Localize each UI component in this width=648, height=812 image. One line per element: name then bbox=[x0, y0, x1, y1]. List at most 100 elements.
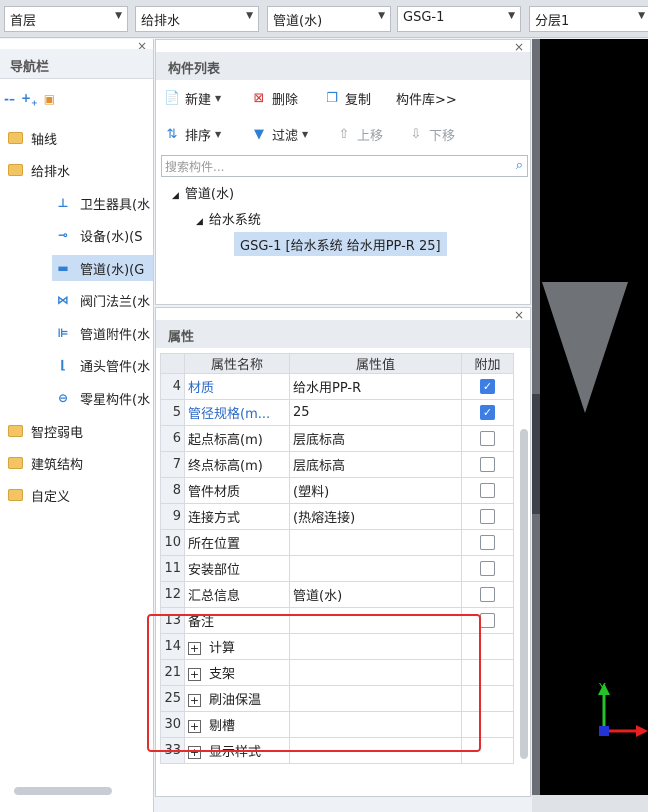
checkbox[interactable] bbox=[480, 509, 495, 524]
table-row[interactable]: 5 管径规格(m... 25 ✓ bbox=[160, 399, 514, 426]
folder-icon bbox=[8, 457, 23, 469]
checkbox[interactable] bbox=[480, 561, 495, 576]
property-value-cell[interactable]: 25 bbox=[289, 399, 462, 426]
nav-item-label: 管道附件(水 bbox=[80, 327, 151, 343]
copy-button[interactable]: ❐ 复制 bbox=[324, 89, 371, 109]
checkbox-checked[interactable]: ✓ bbox=[480, 405, 495, 420]
checkbox[interactable] bbox=[480, 535, 495, 550]
table-row[interactable]: 4 材质 给水用PP-R ✓ bbox=[160, 373, 514, 400]
nav-item-valve-flange[interactable]: ⋈ 阀门法兰(水 bbox=[54, 287, 153, 313]
component-search-input[interactable]: 搜索构件... ⌕ bbox=[161, 155, 528, 177]
move-down-button[interactable]: ⇩ 下移 bbox=[408, 125, 455, 145]
filter-button[interactable]: ▼ 过滤 ▼ bbox=[251, 125, 308, 145]
expand-icon[interactable]: ++ bbox=[21, 91, 38, 107]
checkbox[interactable] bbox=[480, 613, 495, 628]
properties-vertical-scrollbar[interactable] bbox=[520, 429, 528, 759]
extra-cell bbox=[461, 685, 514, 712]
property-value-cell[interactable] bbox=[289, 711, 462, 738]
canvas-graphics: Y bbox=[542, 282, 648, 737]
checkbox-checked[interactable]: ✓ bbox=[480, 379, 495, 394]
property-value-cell[interactable] bbox=[289, 685, 462, 712]
floor-select[interactable]: 首层 ▼ bbox=[4, 6, 128, 32]
layer-select[interactable]: 分层1 ▼ bbox=[529, 6, 648, 32]
table-row[interactable]: 8 管件材质 (塑料) bbox=[160, 477, 514, 504]
property-value-cell[interactable] bbox=[289, 633, 462, 660]
row-number: 12 bbox=[160, 581, 185, 608]
new-button[interactable]: 📄 新建 ▼ bbox=[164, 89, 221, 109]
checkbox[interactable] bbox=[480, 587, 495, 602]
table-row[interactable]: 33 + 显示样式 bbox=[160, 737, 514, 764]
row-number: 9 bbox=[160, 503, 185, 530]
pipe-icon: ▬ bbox=[57, 261, 69, 275]
type-select[interactable]: 管道(水) ▼ bbox=[267, 6, 391, 32]
property-name: 剔槽 bbox=[209, 719, 236, 734]
table-row[interactable]: 11 安装部位 bbox=[160, 555, 514, 582]
table-row[interactable]: 14 + 计算 bbox=[160, 633, 514, 660]
discipline-select[interactable]: 给排水 ▼ bbox=[135, 6, 259, 32]
property-value-cell[interactable]: (热熔连接) bbox=[289, 503, 462, 530]
property-value-cell[interactable]: 管道(水) bbox=[289, 581, 462, 608]
checkbox[interactable] bbox=[480, 457, 495, 472]
nav-horizontal-scrollbar[interactable] bbox=[14, 787, 112, 795]
expand-plus-icon[interactable]: + bbox=[188, 668, 201, 681]
nav-item-pipe-accessory[interactable]: ⊫ 管道附件(水 bbox=[54, 320, 153, 346]
property-value-cell[interactable]: 层底标高 bbox=[289, 425, 462, 452]
row-number: 33 bbox=[160, 737, 185, 764]
nav-item-label: 自定义 bbox=[31, 489, 71, 505]
component-library-button[interactable]: 构件库>> bbox=[396, 89, 457, 108]
expand-plus-icon[interactable]: + bbox=[188, 694, 201, 707]
tree-node-selected-component[interactable]: GSG-1 [给水系统 给水用PP-R 25] bbox=[234, 232, 447, 256]
table-row[interactable]: 9 连接方式 (热熔连接) bbox=[160, 503, 514, 530]
chevron-down-icon: ▼ bbox=[638, 11, 645, 21]
sort-button[interactable]: ⇅ 排序 ▼ bbox=[164, 125, 222, 145]
table-row[interactable]: 13 备注 bbox=[160, 607, 514, 634]
property-value-cell[interactable]: (塑料) bbox=[289, 477, 462, 504]
drawing-canvas[interactable]: Y bbox=[532, 39, 648, 812]
nav-item-building-structure[interactable]: 建筑结构 bbox=[8, 450, 83, 476]
tree-node-pipe[interactable]: ◢ 管道(水) bbox=[172, 183, 234, 202]
nav-item-axis[interactable]: 轴线 bbox=[8, 125, 57, 151]
checkbox[interactable] bbox=[480, 431, 495, 446]
property-name-cell: + 显示样式 bbox=[184, 737, 290, 764]
new-file-icon: 📄 bbox=[164, 90, 181, 106]
nav-item-label: 零星构件(水 bbox=[80, 392, 151, 408]
collapse-icon[interactable]: -– bbox=[4, 92, 15, 106]
nav-item-pipe[interactable]: ▬ 管道(水)(G bbox=[52, 255, 153, 281]
table-row[interactable]: 12 汇总信息 管道(水) bbox=[160, 581, 514, 608]
component-list-title: 构件列表 bbox=[156, 52, 530, 80]
property-value-cell[interactable]: 给水用PP-R bbox=[289, 373, 462, 400]
nav-item-water-supply-drainage[interactable]: 给排水 bbox=[8, 157, 70, 183]
expand-plus-icon[interactable]: + bbox=[188, 746, 201, 759]
floor-select-value: 首层 bbox=[10, 14, 37, 29]
delete-button[interactable]: ⊠ 删除 bbox=[251, 89, 298, 109]
property-value-cell[interactable] bbox=[289, 607, 462, 634]
search-icon[interactable]: ⌕ bbox=[516, 158, 523, 173]
property-name-cell: 起点标高(m) bbox=[184, 425, 290, 452]
nav-item-label: 轴线 bbox=[31, 132, 58, 148]
nav-item-misc-component[interactable]: ⊖ 零星构件(水 bbox=[54, 385, 153, 411]
table-row[interactable]: 10 所在位置 bbox=[160, 529, 514, 556]
property-value-cell[interactable] bbox=[289, 555, 462, 582]
component-select[interactable]: GSG-1 ▼ bbox=[397, 6, 521, 32]
expand-plus-icon[interactable]: + bbox=[188, 642, 201, 655]
table-row[interactable]: 21 + 支架 bbox=[160, 659, 514, 686]
table-row[interactable]: 30 + 剔槽 bbox=[160, 711, 514, 738]
property-value-cell[interactable]: 层底标高 bbox=[289, 451, 462, 478]
table-row[interactable]: 25 + 刷油保温 bbox=[160, 685, 514, 712]
table-row[interactable]: 7 终点标高(m) 层底标高 bbox=[160, 451, 514, 478]
nav-item-smart-weak-current[interactable]: 智控弱电 bbox=[8, 418, 83, 444]
property-value-cell[interactable] bbox=[289, 529, 462, 556]
tree-node-system[interactable]: ◢ 给水系统 bbox=[196, 209, 261, 228]
nav-item-custom[interactable]: 自定义 bbox=[8, 482, 70, 508]
nav-item-equipment[interactable]: ⊸ 设备(水)(S bbox=[54, 222, 153, 248]
property-value-cell[interactable] bbox=[289, 659, 462, 686]
misc-component-icon: ⊖ bbox=[57, 391, 69, 405]
nav-item-fitting[interactable]: ⌊ 通头管件(水 bbox=[54, 352, 153, 378]
table-row[interactable]: 6 起点标高(m) 层底标高 bbox=[160, 425, 514, 452]
move-up-button[interactable]: ⇧ 上移 bbox=[336, 125, 383, 145]
property-value-cell[interactable] bbox=[289, 737, 462, 764]
checkbox[interactable] bbox=[480, 483, 495, 498]
nav-item-sanitary-fixtures[interactable]: ⊥ 卫生器具(水 bbox=[54, 190, 153, 216]
expand-plus-icon[interactable]: + bbox=[188, 720, 201, 733]
edit-icon[interactable]: ▣ bbox=[44, 92, 55, 106]
